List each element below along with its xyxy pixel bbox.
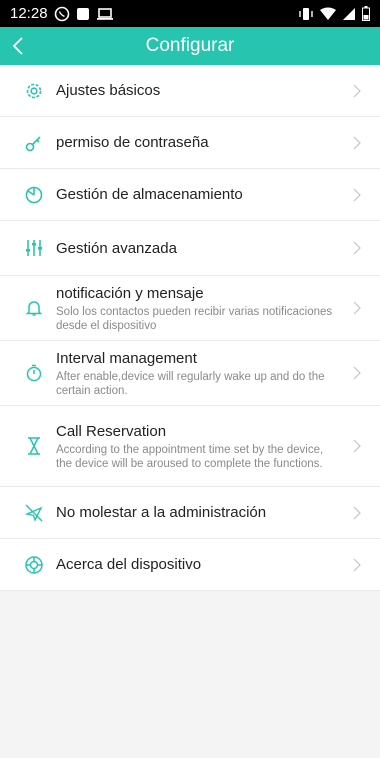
back-button[interactable]: [12, 27, 42, 65]
settings-item-storage[interactable]: Gestión de almacenamiento: [0, 169, 380, 221]
whatsapp-icon: [54, 6, 70, 22]
bell-icon: [24, 298, 44, 318]
item-label: Ajustes básicos: [56, 82, 161, 99]
settings-item-interval[interactable]: Interval management After enable,device …: [0, 341, 380, 406]
chevron-right-icon: [353, 439, 361, 453]
settings-item-call-reservation[interactable]: Call Reservation According to the appoin…: [0, 406, 380, 487]
item-label: Gestión de almacenamiento: [56, 186, 243, 203]
hourglass-icon: [24, 436, 44, 456]
status-bar: 12:28: [0, 0, 380, 27]
item-label: permiso de contraseña: [56, 134, 209, 151]
item-label: Acerca del dispositivo: [56, 556, 202, 573]
settings-list: Ajustes básicos permiso de contraseña Ge…: [0, 65, 380, 591]
battery-icon: [362, 6, 370, 21]
settings-item-notifications[interactable]: notificación y mensaje Solo los contacto…: [0, 276, 380, 341]
chevron-right-icon: [353, 136, 361, 149]
item-label: Call Reservation: [56, 422, 167, 440]
item-description: After enable,device will regularly wake …: [56, 370, 325, 397]
chevron-right-icon: [353, 241, 361, 255]
sliders-icon: [24, 238, 44, 258]
info-badge-icon: [24, 555, 44, 575]
settings-item-basic[interactable]: Ajustes básicos: [0, 65, 380, 117]
vibrate-icon: [298, 7, 314, 21]
chevron-right-icon: [353, 506, 361, 519]
square-notification-icon: [76, 7, 90, 21]
airplane-off-icon: [24, 503, 44, 523]
item-label: Interval management: [56, 349, 197, 367]
chevron-left-icon: [12, 37, 23, 55]
item-description: According to the appointment time set by…: [56, 443, 324, 470]
status-time: 12:28: [10, 5, 48, 22]
key-icon: [24, 133, 44, 153]
app-bar: Configurar: [0, 27, 380, 65]
chevron-right-icon: [353, 366, 361, 380]
timer-icon: [24, 363, 44, 383]
signal-icon: [342, 7, 356, 21]
item-label: No molestar a la administración: [56, 504, 267, 521]
chevron-right-icon: [353, 188, 361, 201]
page-title: Configurar: [145, 35, 235, 56]
gear-icon: [24, 81, 44, 101]
settings-item-do-not-disturb[interactable]: No molestar a la administración: [0, 487, 380, 539]
settings-item-password[interactable]: permiso de contraseña: [0, 117, 380, 169]
item-label: Gestión avanzada: [56, 239, 177, 257]
settings-item-about[interactable]: Acerca del dispositivo: [0, 539, 380, 591]
item-label: notificación y mensaje: [56, 284, 204, 302]
settings-item-advanced[interactable]: Gestión avanzada: [0, 221, 380, 276]
chevron-right-icon: [353, 558, 361, 571]
laptop-icon: [96, 7, 114, 21]
chevron-right-icon: [353, 301, 361, 315]
item-description: Solo los contactos pueden recibir varias…: [56, 305, 333, 332]
clock-icon: [24, 185, 44, 205]
wifi-icon: [320, 7, 336, 21]
empty-area: [0, 591, 380, 737]
chevron-right-icon: [353, 84, 361, 97]
